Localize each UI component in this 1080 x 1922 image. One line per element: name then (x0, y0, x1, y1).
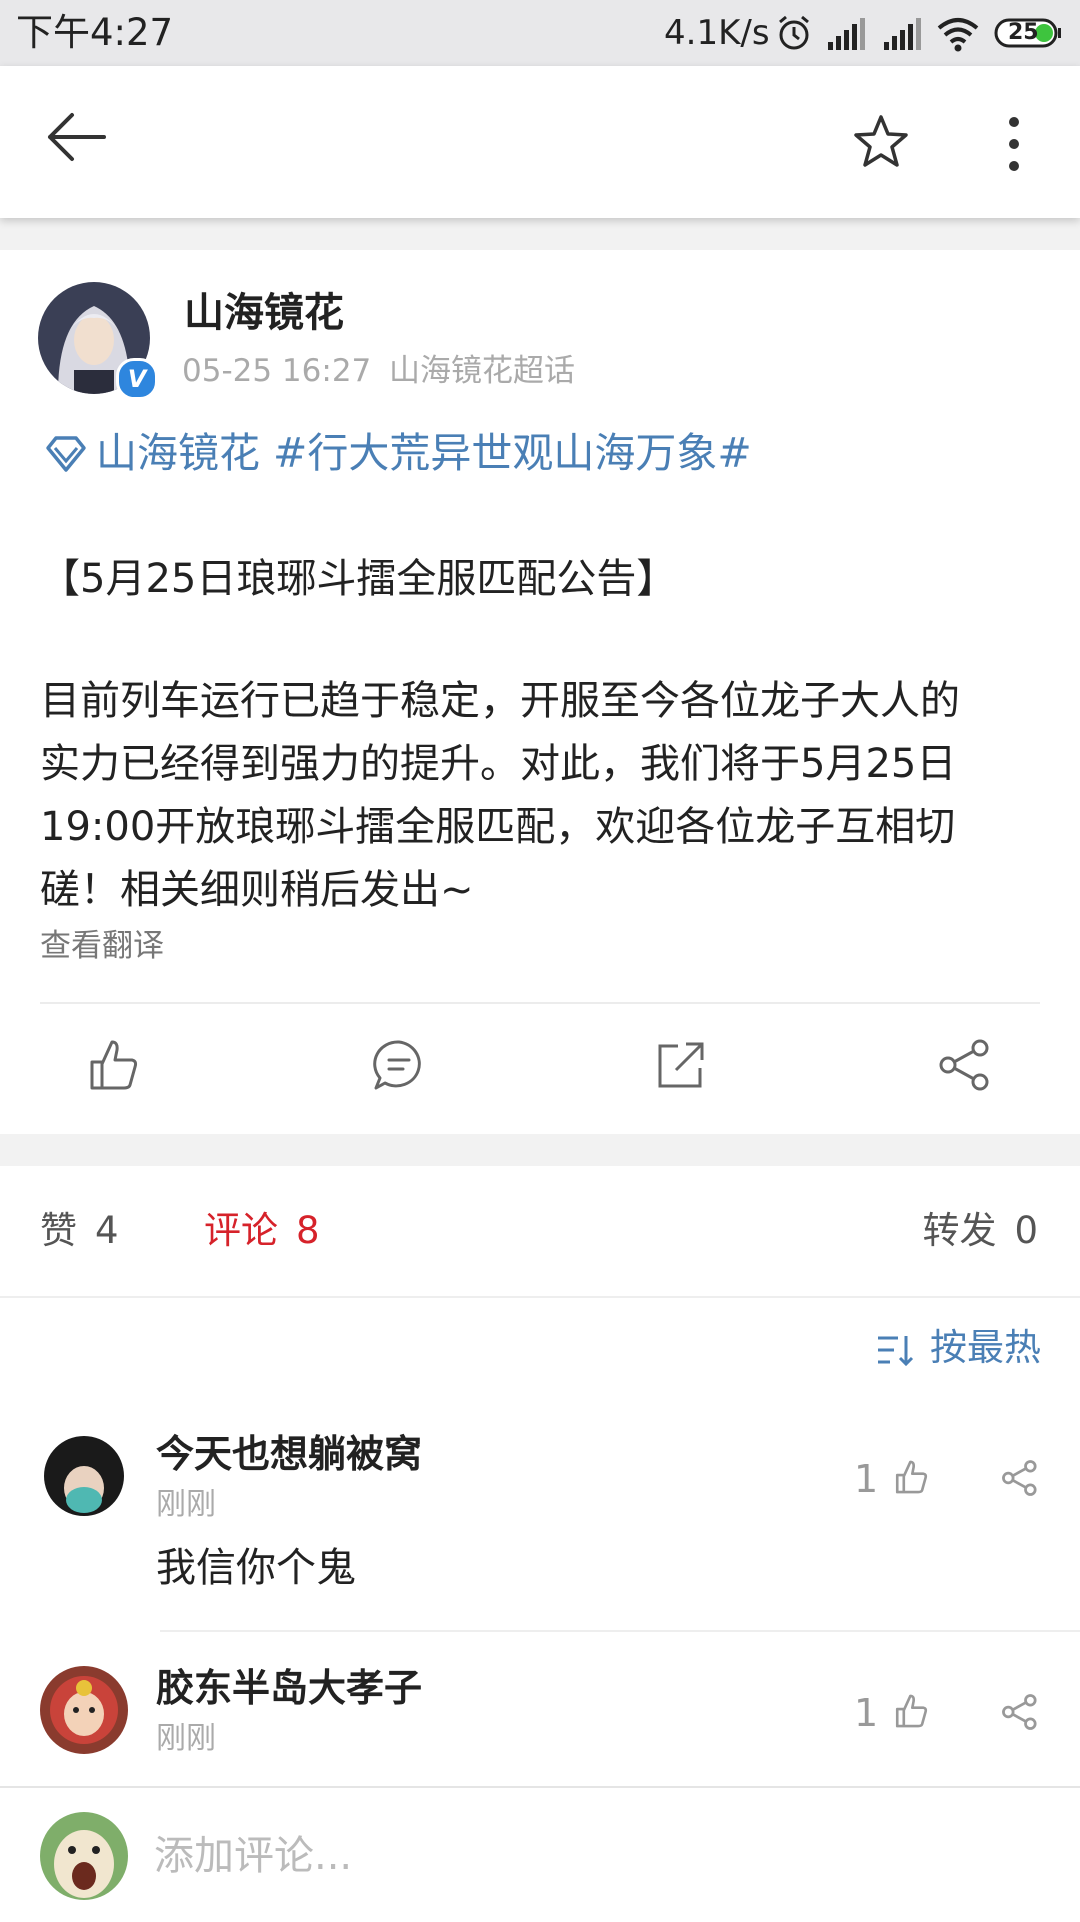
status-bar: 下午4:27 4.1K/s 25 (0, 0, 1080, 66)
comment-like-count: 1 (854, 1457, 879, 1501)
author-name[interactable]: 山海镜花 (184, 286, 344, 340)
signal-icon (828, 18, 865, 50)
repost-icon[interactable] (652, 1036, 710, 1094)
section-gap (0, 1134, 1080, 1166)
star-icon[interactable] (854, 114, 908, 168)
post-title: 【5月25日琅琊斗擂全服匹配公告】 (40, 556, 677, 602)
comment-like-icon[interactable] (892, 1692, 930, 1730)
commenter-avatar[interactable] (40, 1434, 128, 1522)
comment-text: 我信你个鬼 (156, 1545, 356, 1591)
comments-label: 评论 (204, 1209, 278, 1252)
share-icon[interactable] (936, 1036, 994, 1094)
sort-by-hot-button[interactable]: 按最热 (930, 1322, 1041, 1374)
comment-time: 刚刚 (156, 1721, 216, 1756)
section-gap (0, 218, 1080, 250)
network-speed: 4.1K/s (664, 13, 770, 53)
commenter-avatar[interactable] (40, 1666, 128, 1754)
post-body-line: 19:00开放琅琊斗擂全服匹配，欢迎各位龙子互相切 (40, 804, 956, 850)
likes-label: 赞 (40, 1209, 77, 1252)
commenter-name[interactable]: 今天也想躺被窝 (156, 1428, 422, 1480)
likes-tab[interactable]: 赞4 (40, 1206, 119, 1256)
comment-input[interactable] (154, 1828, 1034, 1884)
comments-count: 8 (296, 1209, 320, 1252)
back-arrow-icon[interactable] (46, 112, 108, 162)
comment-like-count: 1 (854, 1691, 879, 1735)
wifi-icon (937, 18, 979, 52)
commenter-name[interactable]: 胶东半岛大孝子 (156, 1662, 422, 1714)
status-time: 下午4:27 (16, 11, 174, 54)
reposts-label: 转发 (922, 1209, 997, 1252)
comment-icon[interactable] (370, 1036, 428, 1094)
verified-badge: V (116, 358, 158, 400)
battery-icon: 25 (994, 18, 1062, 48)
divider (160, 1630, 1080, 1632)
reposts-count: 0 (1014, 1209, 1038, 1252)
comments-tab[interactable]: 评论 8 (204, 1206, 320, 1256)
post-time: 05-25 16:27 (182, 353, 372, 389)
divider (40, 1002, 1040, 1004)
thumbs-up-icon[interactable] (84, 1036, 142, 1094)
post-body-line: 磋！相关细则稍后发出~ (40, 867, 474, 913)
comment-time: 刚刚 (156, 1487, 216, 1522)
likes-count: 4 (95, 1209, 119, 1252)
post-source[interactable]: 山海镜花超话 (389, 350, 575, 392)
diamond-topic-icon (46, 436, 86, 472)
sort-icon[interactable] (876, 1330, 916, 1370)
comment-like-icon[interactable] (892, 1458, 930, 1496)
battery-level: 25 (1008, 20, 1039, 45)
signal-icon (884, 18, 921, 50)
comment-share-icon[interactable] (1000, 1692, 1040, 1732)
top-nav-bar (0, 66, 1080, 218)
topic-hashtag-link[interactable]: 山海镜花 #行大荒异世观山海万象# (96, 425, 752, 481)
comment-input-bar (0, 1786, 1080, 1922)
view-translation-link[interactable]: 查看翻译 (40, 924, 164, 968)
reposts-tab[interactable]: 转发 0 (922, 1206, 1038, 1256)
post-body-line: 实力已经得到强力的提升。对此，我们将于5月25日 (40, 741, 957, 787)
more-vertical-icon[interactable] (1001, 116, 1027, 172)
alarm-icon (779, 15, 809, 50)
divider (0, 1296, 1080, 1298)
comment-share-icon[interactable] (1000, 1458, 1040, 1498)
post-body-line: 目前列车运行已趋于稳定，开服至今各位龙子大人的 (40, 678, 960, 724)
my-avatar[interactable] (40, 1812, 128, 1900)
